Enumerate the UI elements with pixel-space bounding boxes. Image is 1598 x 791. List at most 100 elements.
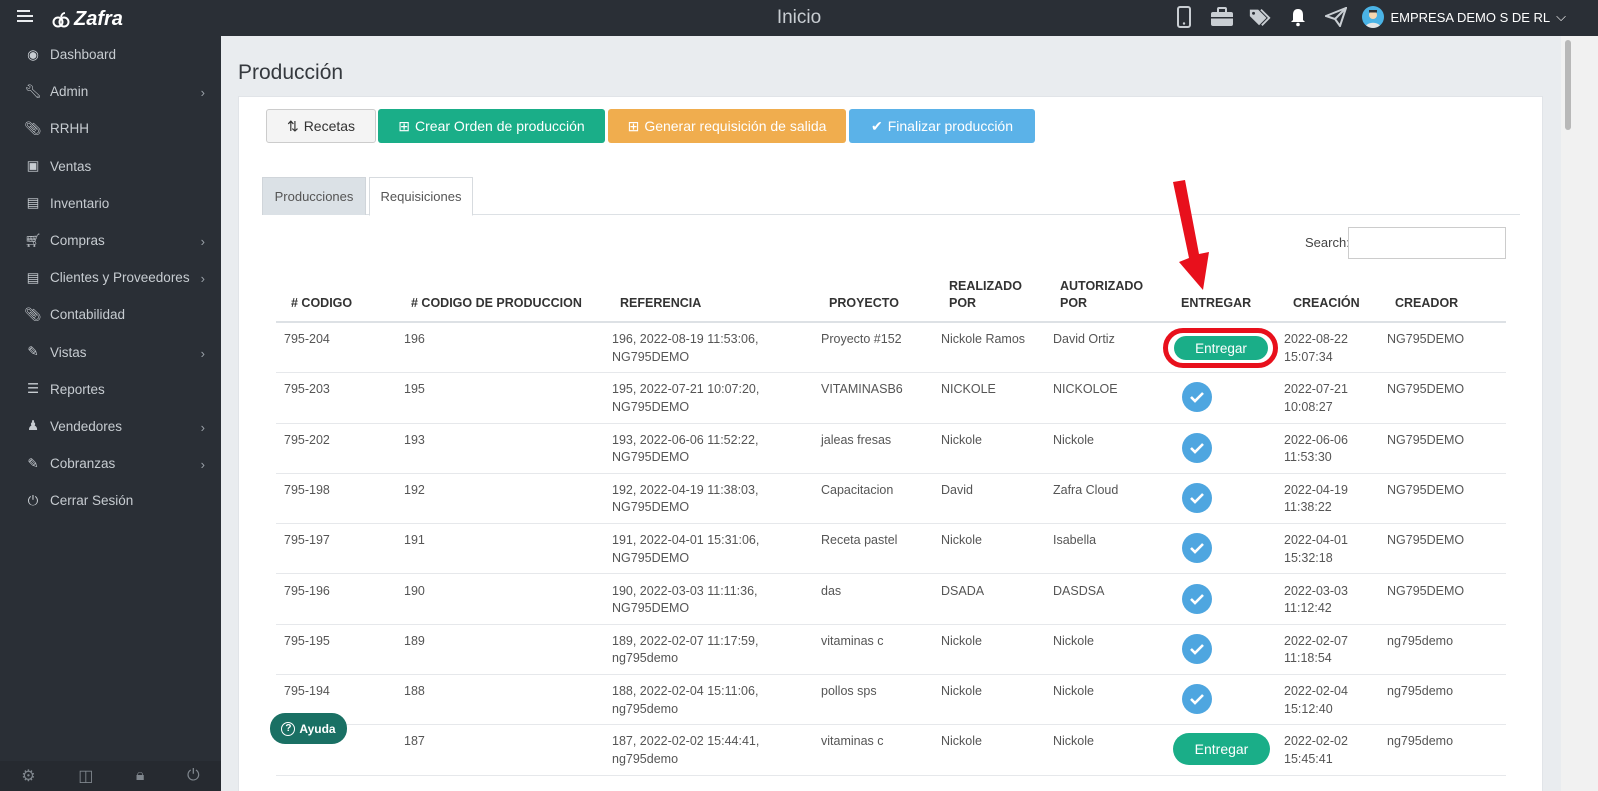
cell-autorizado: Nickole xyxy=(1053,633,1094,648)
sidebar-item-vendedores[interactable]: ♟ Vendedores › xyxy=(0,408,221,445)
sidebar-item-dashboard[interactable]: ◉ Dashboard xyxy=(0,36,221,73)
gear-icon[interactable]: ⚙ xyxy=(21,766,35,786)
finish-production-button[interactable]: ✔ Finalizar producción xyxy=(849,109,1035,143)
help-button[interactable]: ? Ayuda xyxy=(270,713,347,744)
cell-creacion: 2022-04-19 11:38:22 xyxy=(1284,482,1348,515)
cell-autorizado: DASDSA xyxy=(1053,583,1105,598)
tags-icon[interactable] xyxy=(1248,5,1272,29)
cell-creacion: 2022-02-04 15:12:40 xyxy=(1284,684,1348,716)
delivered-check-icon xyxy=(1182,633,1212,664)
production-card: ⇅ Recetas ⊞ Crear Orden de producción ⊞ … xyxy=(238,96,1543,791)
check-icon: ✔ xyxy=(870,117,883,134)
cell-realizado: Nickole xyxy=(941,684,982,699)
cell-proyecto: das xyxy=(821,583,842,598)
paperclip-icon: 📎︎ xyxy=(24,306,42,322)
cell-autorizado: NICKOLOE xyxy=(1053,382,1118,397)
tab-producciones[interactable]: Producciones xyxy=(262,177,366,215)
entregar-button[interactable]: Entregar xyxy=(1173,733,1270,766)
cell-referencia: 190, 2022-03-03 11:11:36, NG795DEMO xyxy=(612,583,758,616)
user-menu[interactable]: EMPRESA DEMO S DE RL ⌵ xyxy=(1362,6,1566,28)
company-name: EMPRESA DEMO S DE RL xyxy=(1390,9,1551,25)
cell-proyecto: jaleas fresas xyxy=(821,432,892,447)
entregar-button[interactable]: Entregar xyxy=(1174,336,1268,360)
cell-referencia: 196, 2022-08-19 11:53:06, NG795DEMO xyxy=(612,332,759,364)
sidebar-item-contabilidad[interactable]: 📎︎ Contabilidad xyxy=(0,296,221,333)
cell-creador: NG795DEMO xyxy=(1387,583,1465,598)
sidebar-item-label: Vistas xyxy=(50,344,87,360)
sidebar-item-inventario[interactable]: ▤ Inventario xyxy=(0,185,221,222)
book-icon: ▤ xyxy=(26,195,40,211)
cell-creador: ng795demo xyxy=(1387,633,1454,648)
sidebar-item-cerrar-sesión[interactable]: ⏻ Cerrar Sesión xyxy=(0,482,221,519)
chevron-right-icon: › xyxy=(200,457,205,473)
page-scrollbar[interactable] xyxy=(1561,36,1598,791)
header-codigo-produccion[interactable]: # CODIGO DE PRODUCCION xyxy=(411,295,582,312)
recetas-button[interactable]: ⇅ Recetas xyxy=(266,109,376,143)
header-proyecto[interactable]: PROYECTO xyxy=(829,295,899,312)
cell-codigo-produccion: 190 xyxy=(404,583,425,598)
lock-icon[interactable]: 🔒︎ xyxy=(136,767,145,785)
sidebar-item-clientes-y-proveedores[interactable]: ▤ Clientes y Proveedores › xyxy=(0,259,221,296)
scrollbar-thumb[interactable] xyxy=(1565,40,1571,130)
header-autorizado-por[interactable]: AUTORIZADO POR xyxy=(1060,278,1143,312)
power-icon: ⏻ xyxy=(27,492,39,508)
search-label: Search: xyxy=(1305,235,1350,250)
sidebar-item-cobranzas[interactable]: ✎ Cobranzas › xyxy=(0,445,221,482)
sidebar-item-compras[interactable]: 🛒︎ Compras › xyxy=(0,222,221,259)
header-entregar[interactable]: ENTREGAR xyxy=(1181,295,1251,312)
cell-realizado: DSADA xyxy=(941,583,985,598)
mobile-icon[interactable] xyxy=(1172,5,1196,29)
briefcase-icon[interactable] xyxy=(1210,5,1234,29)
cell-autorizado: Zafra Cloud xyxy=(1053,482,1119,497)
tab-requisiciones[interactable]: Requisiciones xyxy=(369,177,473,216)
bell-icon[interactable] xyxy=(1286,5,1310,29)
header-creacion[interactable]: CREACIÓN xyxy=(1293,295,1360,312)
create-production-order-button[interactable]: ⊞ Crear Orden de producción xyxy=(378,109,605,143)
plus-square-icon: ⊞ xyxy=(627,117,640,134)
cell-codigo-produccion: 188 xyxy=(404,684,425,699)
cell-referencia: 191, 2022-04-01 15:31:06, NG795DEMO xyxy=(612,533,760,565)
sidebar-item-vistas[interactable]: ✎ Vistas › xyxy=(0,334,221,371)
header-creador[interactable]: CREADOR xyxy=(1395,295,1458,312)
sidebar-item-label: Inventario xyxy=(50,195,110,211)
delivered-check-icon xyxy=(1182,684,1212,715)
sidebar-item-reportes[interactable]: ☰ Reportes xyxy=(0,371,221,408)
sidebar-item-label: Vendedores xyxy=(50,418,123,434)
header-realizado-por[interactable]: REALIZADO POR xyxy=(949,278,1022,312)
cell-codigo-produccion: 192 xyxy=(404,482,425,497)
paperclip-icon: 📎︎ xyxy=(24,120,42,136)
cell-referencia: 187, 2022-02-02 15:44:41, ng795demo xyxy=(612,734,760,766)
cell-referencia: 192, 2022-04-19 11:38:03, NG795DEMO xyxy=(612,482,759,515)
sidebar-item-ventas[interactable]: ▣ Ventas xyxy=(0,148,221,185)
cart-icon: 🛒︎ xyxy=(24,232,42,248)
screen-icon[interactable]: ◫ xyxy=(78,766,93,786)
cell-codigo-produccion: 189 xyxy=(404,633,425,648)
table-row: 795-197 191 191, 2022-04-01 15:31:06, NG795… xyxy=(276,524,1506,575)
money-icon: ▣ xyxy=(26,158,40,174)
send-icon[interactable] xyxy=(1324,5,1348,29)
cell-proyecto: Capacitacion xyxy=(821,482,894,497)
chevron-right-icon: › xyxy=(200,233,205,249)
power-icon[interactable]: ⏻ xyxy=(187,767,200,785)
generate-requisition-button[interactable]: ⊞ Generar requisición de salida xyxy=(608,109,846,143)
cell-codigo-produccion: 191 xyxy=(404,533,425,548)
annotation-arrow-icon xyxy=(1173,180,1209,290)
sidebar-item-admin[interactable]: 🔧︎ Admin › xyxy=(0,73,221,110)
sidebar-item-label: Dashboard xyxy=(50,47,117,63)
search-input[interactable] xyxy=(1348,227,1506,259)
header-referencia[interactable]: REFERENCIA xyxy=(620,295,701,312)
cell-realizado: Nickole Ramos xyxy=(941,332,1026,346)
sidebar-item-rrhh[interactable]: 📎︎ RRHH xyxy=(0,110,221,147)
table-row: 795-203 195 195, 2022-07-21 10:07:20, NG795… xyxy=(276,373,1506,424)
cell-creador: NG795DEMO xyxy=(1387,382,1465,397)
cell-creador: NG795DEMO xyxy=(1387,533,1465,548)
chevron-down-icon: ⌵ xyxy=(1556,9,1566,24)
sort-icon: ⇅ xyxy=(286,117,299,134)
cell-creador: ng795demo xyxy=(1387,734,1454,749)
cell-creacion: 2022-02-07 11:18:54 xyxy=(1284,633,1348,666)
header-codigo[interactable]: # CODIGO xyxy=(291,295,352,312)
sidebar-item-label: Ventas xyxy=(50,158,92,174)
cell-creacion: 2022-08-22 15:07:34 xyxy=(1284,332,1348,364)
sidebar-item-label: Reportes xyxy=(50,381,105,397)
cell-proyecto: Proyecto #152 xyxy=(821,332,902,346)
